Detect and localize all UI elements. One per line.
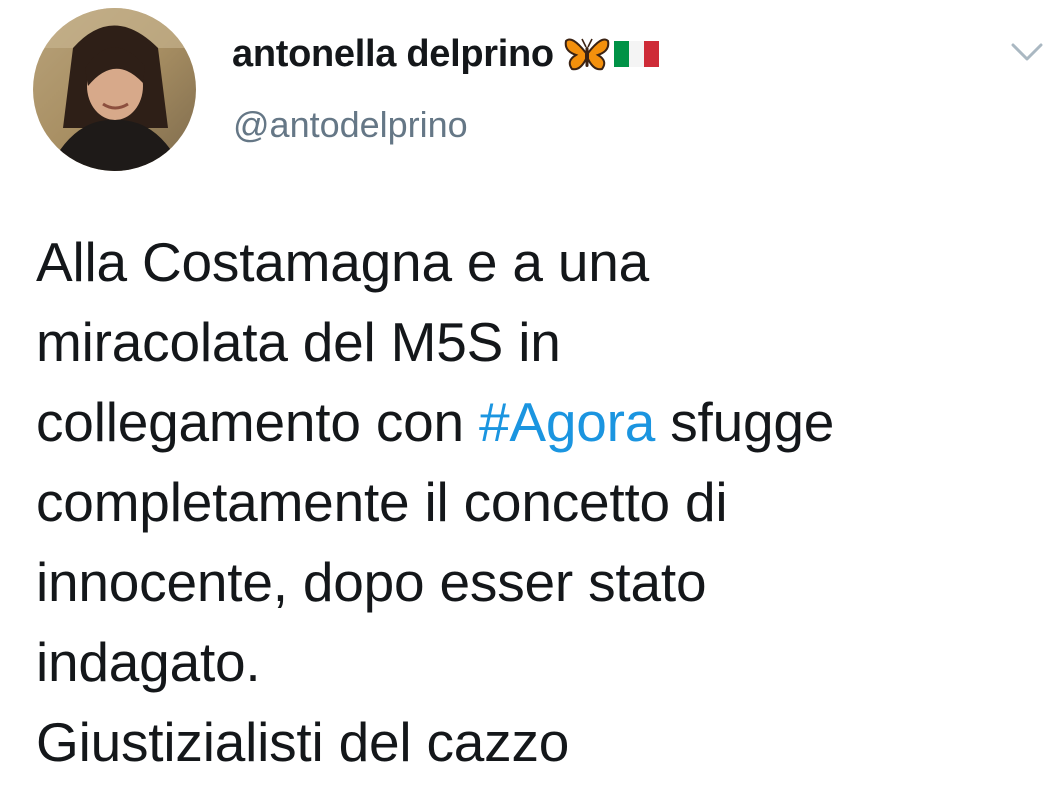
- butterfly-emoji-icon: [564, 38, 610, 71]
- author-row[interactable]: antonella delprino: [232, 28, 662, 80]
- avatar-photo: [33, 8, 196, 171]
- italy-flag-icon: [613, 41, 659, 67]
- avatar[interactable]: [33, 8, 196, 171]
- tweet-line: miracolata del M5S in: [36, 311, 561, 373]
- tweet-line: Giustizialisti del cazzo: [36, 711, 570, 773]
- tweet-text-segment: sfugge: [655, 391, 835, 453]
- tweet-line: indagato.: [36, 631, 261, 693]
- tweet-line: completamente il concetto di: [36, 471, 728, 533]
- tweet-line: innocente, dopo esser stato: [36, 551, 707, 613]
- author-handle[interactable]: @antodelprino: [233, 104, 468, 146]
- hashtag-link[interactable]: #Agora: [479, 391, 655, 453]
- tweet-text: Alla Costamagna e a una miracolata del M…: [36, 222, 1036, 782]
- tweet-line: collegamento con #Agora sfugge: [36, 382, 1036, 462]
- tweet-text-segment: collegamento con: [36, 391, 479, 453]
- display-name[interactable]: antonella delprino: [232, 33, 554, 76]
- tweet-line: Alla Costamagna e a una: [36, 231, 650, 293]
- chevron-down-icon[interactable]: [1010, 40, 1044, 64]
- tweet-card: antonella delprino @antodelprino Alla Co…: [0, 0, 1045, 796]
- name-emojis: [564, 35, 662, 73]
